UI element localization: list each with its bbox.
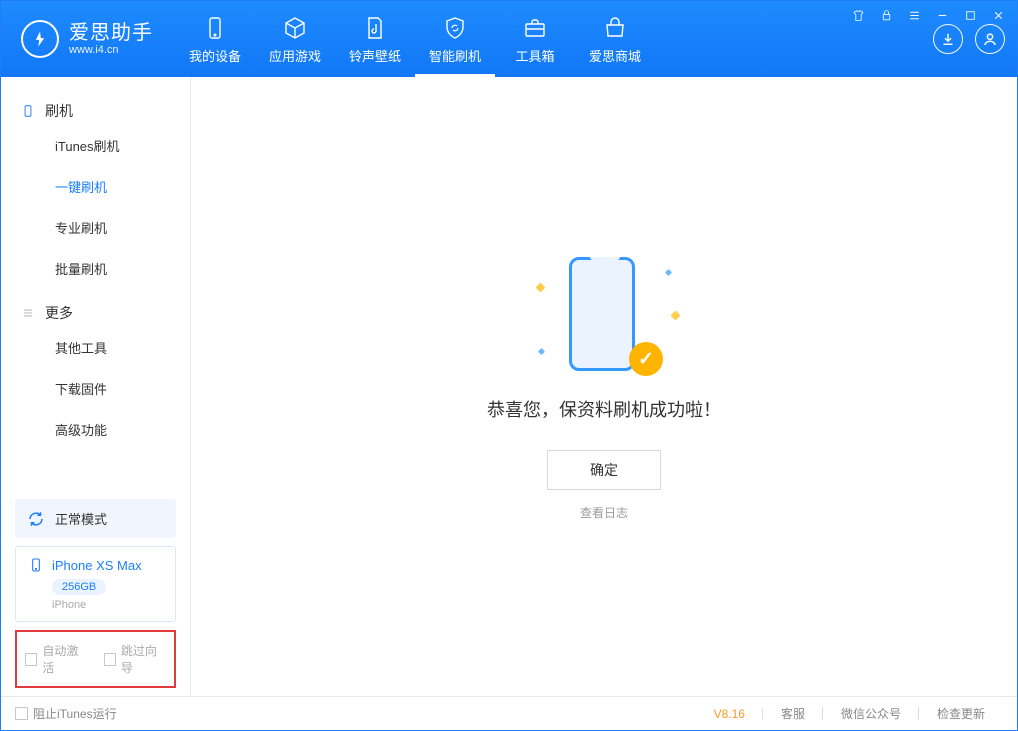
cube-icon: [281, 14, 309, 42]
minimize-button[interactable]: [931, 5, 953, 25]
tab-toolbox[interactable]: 工具箱: [495, 1, 575, 77]
sidebar-item-itunes-flash[interactable]: iTunes刷机: [1, 125, 190, 166]
tab-store[interactable]: 爱思商城: [575, 1, 655, 77]
store-icon: [601, 14, 629, 42]
tab-smart-flash[interactable]: 智能刷机: [415, 1, 495, 77]
list-icon: [21, 306, 35, 320]
titlebar: 爱思助手 www.i4.cn 我的设备 应用游戏 铃声壁纸 智能刷机: [1, 1, 1017, 77]
link-check-update[interactable]: 检查更新: [919, 705, 1003, 722]
link-support[interactable]: 客服: [763, 705, 823, 722]
sidebar-item-oneclick-flash[interactable]: 一键刷机: [1, 166, 190, 207]
body: 刷机 iTunes刷机 一键刷机 专业刷机 批量刷机 更多 其他工具 下载固件 …: [1, 77, 1017, 696]
shield-sync-icon: [441, 14, 469, 42]
sync-icon: [27, 510, 45, 528]
checkbox-skip-guide[interactable]: 跳过向导: [104, 642, 167, 676]
sidebar-group-more: 更多: [1, 289, 190, 327]
phone-small-icon: [21, 104, 35, 118]
sidebar-group-flash: 刷机: [1, 87, 190, 125]
tab-ringtones-wallpapers[interactable]: 铃声壁纸: [335, 1, 415, 77]
logo-icon: [21, 20, 59, 58]
device-type: iPhone: [52, 599, 163, 611]
main-tabs: 我的设备 应用游戏 铃声壁纸 智能刷机 工具箱 爱思商城: [175, 1, 655, 77]
sidebar-item-pro-flash[interactable]: 专业刷机: [1, 207, 190, 248]
view-log-link[interactable]: 查看日志: [580, 504, 628, 521]
close-button[interactable]: [987, 5, 1009, 25]
success-title: 恭喜您，保资料刷机成功啦！: [487, 396, 721, 422]
app-url: www.i4.cn: [69, 44, 153, 57]
device-mode-label: 正常模式: [55, 509, 107, 528]
sidebar-item-download-firmware[interactable]: 下载固件: [1, 368, 190, 409]
menu-icon[interactable]: [903, 5, 925, 25]
status-bar: 阻止iTunes运行 V8.16 客服 微信公众号 检查更新: [1, 696, 1017, 730]
app-name: 爱思助手: [69, 22, 153, 44]
maximize-button[interactable]: [959, 5, 981, 25]
app-window: 爱思助手 www.i4.cn 我的设备 应用游戏 铃声壁纸 智能刷机: [0, 0, 1018, 731]
device-box[interactable]: iPhone XS Max 256GB iPhone: [15, 546, 176, 622]
sidebar: 刷机 iTunes刷机 一键刷机 专业刷机 批量刷机 更多 其他工具 下载固件 …: [1, 77, 191, 696]
success-illustration: ✓: [529, 252, 679, 382]
checkbox-auto-activate[interactable]: 自动激活: [25, 642, 88, 676]
sidebar-item-advanced[interactable]: 高级功能: [1, 409, 190, 450]
device-phone-icon: [28, 557, 44, 573]
tab-apps-games[interactable]: 应用游戏: [255, 1, 335, 77]
toolbox-icon: [521, 14, 549, 42]
logo: 爱思助手 www.i4.cn: [1, 1, 175, 77]
device-mode-box[interactable]: 正常模式: [15, 499, 176, 538]
device-name: iPhone XS Max: [52, 558, 142, 573]
download-icon[interactable]: [933, 24, 963, 54]
music-file-icon: [361, 14, 389, 42]
main-content: ✓ 恭喜您，保资料刷机成功啦！ 确定 查看日志: [191, 77, 1017, 696]
illustration-phone-icon: [569, 257, 635, 371]
sidebar-item-batch-flash[interactable]: 批量刷机: [1, 248, 190, 289]
link-wechat[interactable]: 微信公众号: [823, 705, 919, 722]
window-controls: [847, 5, 1009, 25]
shirt-icon[interactable]: [847, 5, 869, 25]
options-highlight-box: 自动激活 跳过向导: [15, 630, 176, 688]
lock-icon[interactable]: [875, 5, 897, 25]
phone-icon: [201, 14, 229, 42]
checkbox-block-itunes[interactable]: 阻止iTunes运行: [15, 705, 117, 722]
ok-button[interactable]: 确定: [547, 450, 661, 490]
device-capacity: 256GB: [52, 579, 106, 595]
version-label: V8.16: [714, 707, 763, 721]
user-icon[interactable]: [975, 24, 1005, 54]
tab-my-device[interactable]: 我的设备: [175, 1, 255, 77]
sidebar-bottom: 正常模式 iPhone XS Max 256GB iPhone 自动激活 跳过向…: [1, 491, 190, 696]
check-badge-icon: ✓: [629, 342, 663, 376]
sidebar-item-other-tools[interactable]: 其他工具: [1, 327, 190, 368]
